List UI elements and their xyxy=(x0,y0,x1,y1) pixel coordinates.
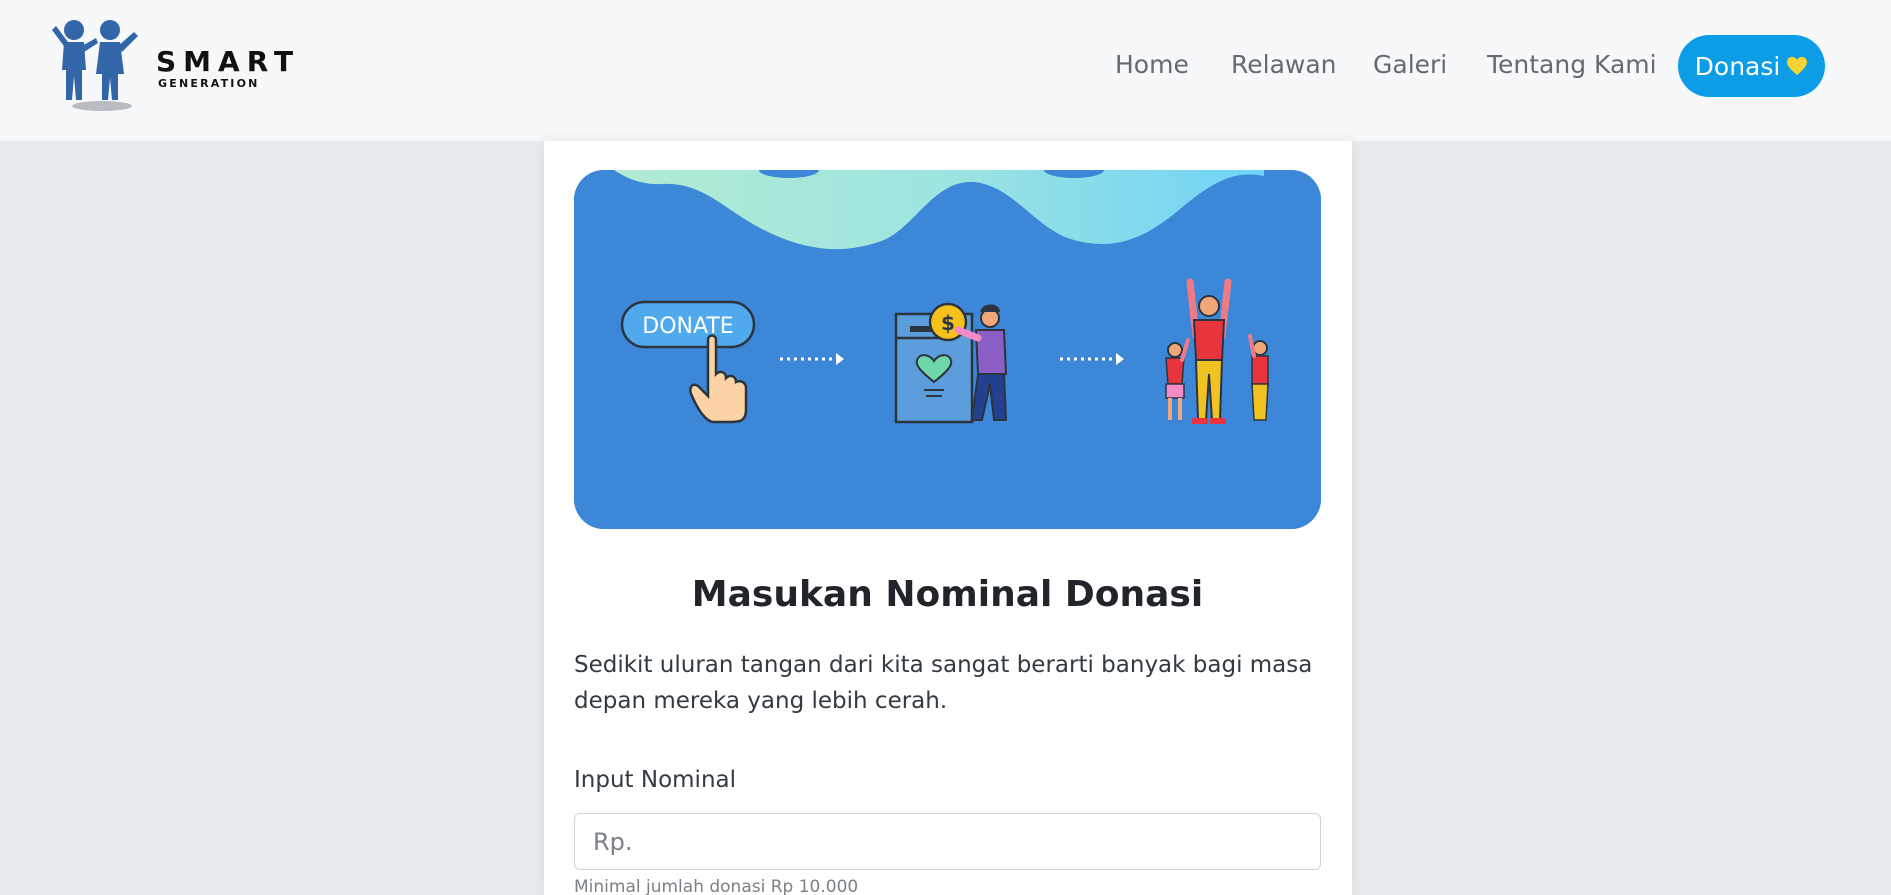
brand-line-2: GENERATION xyxy=(158,77,260,90)
nav-link-relawan[interactable]: Relawan xyxy=(1231,50,1337,79)
donation-process-illustration: DONATE $ xyxy=(574,170,1321,529)
page-title: Masukan Nominal Donasi xyxy=(691,574,1204,615)
input-nominal-label: Input Nominal xyxy=(574,767,736,793)
donasi-button[interactable]: Donasi xyxy=(1678,35,1825,97)
banner-donate-text: DONATE xyxy=(642,314,733,339)
navbar: SMART GENERATION Home Relawan Galeri Ten… xyxy=(0,0,1891,141)
brand-wordmark: SMART GENERATION xyxy=(156,46,300,90)
brand-logo[interactable]: SMART GENERATION xyxy=(52,18,293,114)
donation-banner: DONATE $ xyxy=(574,170,1321,529)
donation-description: Sedikit uluran tangan dari kita sangat b… xyxy=(574,652,1313,714)
donation-card: DONATE $ Masukan Nominal Donasi Sedikit … xyxy=(544,141,1352,895)
minimum-donation-hint: Minimal jumlah donasi Rp 10.000 xyxy=(574,877,859,895)
svg-text:$: $ xyxy=(941,311,955,335)
nav-link-home[interactable]: Home xyxy=(1115,50,1189,79)
nav-link-galeri[interactable]: Galeri xyxy=(1373,50,1447,79)
yellow-heart-icon xyxy=(1787,56,1808,76)
children-icon xyxy=(52,20,138,111)
donasi-button-label: Donasi xyxy=(1694,51,1781,81)
brand-line-1: SMART xyxy=(156,45,301,78)
nav-link-tentang-kami[interactable]: Tentang Kami xyxy=(1487,50,1657,79)
nominal-input[interactable] xyxy=(574,813,1321,870)
